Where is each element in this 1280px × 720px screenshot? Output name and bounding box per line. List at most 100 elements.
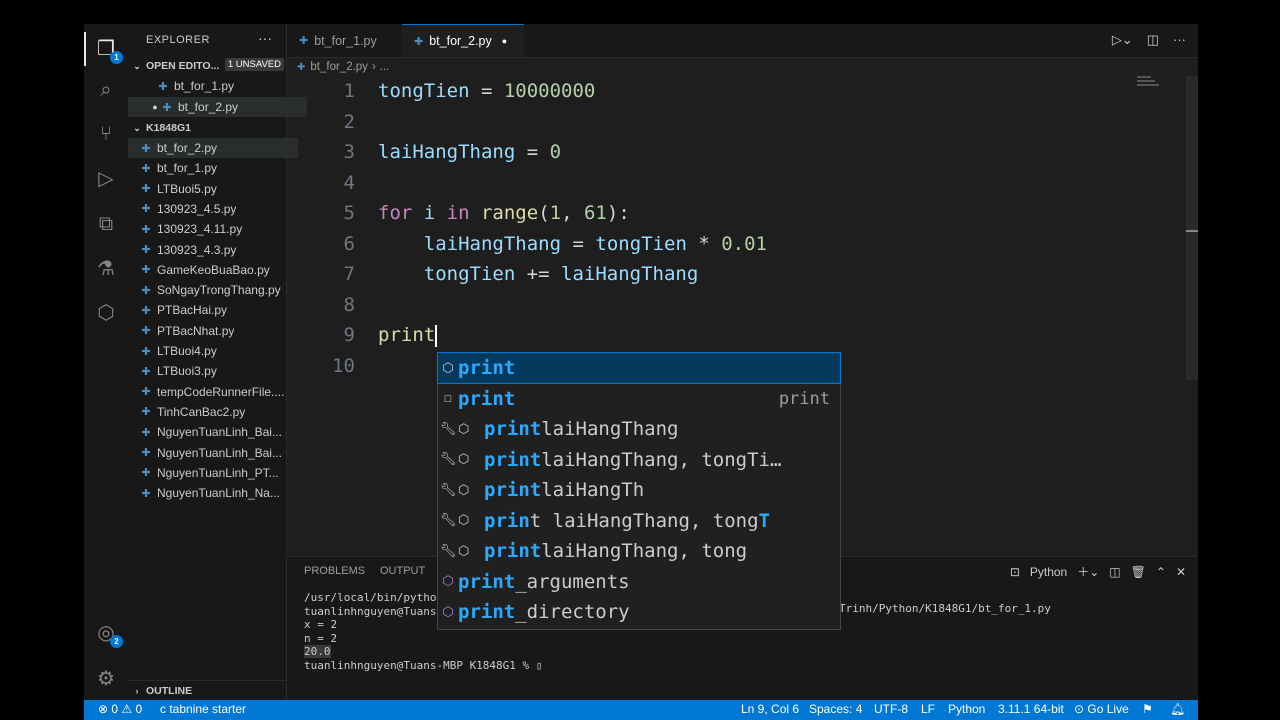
suggestion-item[interactable]: 🔧︎ ⬡ print laiHangThang xyxy=(438,414,840,444)
python-file-icon: ✚ xyxy=(141,467,151,480)
split-editor-icon[interactable]: ◫ xyxy=(1147,32,1159,48)
more-actions-icon[interactable]: ··· xyxy=(258,30,272,46)
tab-label: bt_for_1.py xyxy=(314,33,377,48)
file-item[interactable]: ✚ TinhCanBac2.py xyxy=(128,402,298,422)
remote-explorer-icon[interactable]: ⬡ xyxy=(92,298,120,326)
function-icon: ⬡ xyxy=(458,513,470,528)
line-number: 6 xyxy=(343,232,355,255)
indentation-status[interactable]: Spaces: 4 xyxy=(809,702,862,716)
file-item[interactable]: ✚ GameKeoBuaBao.py xyxy=(128,260,298,280)
settings-gear-icon[interactable]: ⚙ xyxy=(92,664,120,692)
explorer-icon[interactable]: ❐ 1 xyxy=(92,34,123,64)
maximize-panel-icon[interactable]: ⌃ xyxy=(1156,565,1166,579)
new-terminal-icon[interactable]: ＋⌄ xyxy=(1077,563,1099,580)
run-file-icon[interactable]: ▷⌄ xyxy=(1112,32,1133,48)
file-item[interactable]: ✚ SoNgayTrongThang.py xyxy=(128,280,298,300)
suggestion-item[interactable]: ⬡ print _arguments xyxy=(438,567,840,597)
editor-scrollbar[interactable] xyxy=(1186,76,1198,380)
python-file-icon: ✚ xyxy=(141,223,151,236)
line-number: 1 xyxy=(343,80,355,102)
account-icon[interactable]: ◎ 2 xyxy=(92,618,123,648)
open-editors-header[interactable]: ⌄ OPEN EDITO... 1 UNSAVED xyxy=(128,56,286,76)
code-line-5: for i in range(1, 61): xyxy=(378,202,630,224)
file-item[interactable]: ✚ LTBuoi4.py xyxy=(128,341,298,361)
file-item[interactable]: ✚ 130923_4.3.py xyxy=(128,240,298,260)
file-item[interactable]: ✚ 130923_4.11.py xyxy=(128,219,298,239)
file-item[interactable]: ✚ bt_for_1.py xyxy=(128,158,298,178)
open-editor-item[interactable]: ● ✚ bt_for_2.py xyxy=(128,97,307,117)
folder-header[interactable]: ⌄ K1848G1 xyxy=(128,118,286,138)
outline-section[interactable]: › OUTLINE xyxy=(128,680,286,701)
tab-output[interactable]: OUTPUT xyxy=(380,565,425,577)
terminal-shell[interactable]: Python xyxy=(1030,565,1067,579)
cursor-position[interactable]: Ln 9, Col 6 xyxy=(741,702,799,716)
terminal-output-path: Trinh/Python/K1848G1/bt_for_1.py xyxy=(839,602,1051,615)
suggestion-item[interactable]: 🔧︎ ⬡ print laiHangThang, tongTi… xyxy=(438,445,840,475)
file-label: PTBacHai.py xyxy=(157,303,228,318)
trash-icon[interactable]: 🗑 xyxy=(1131,565,1146,579)
python-file-icon: ✚ xyxy=(141,406,151,419)
file-item[interactable]: ✚ LTBuoi3.py xyxy=(128,361,298,381)
breadcrumb-more[interactable]: ... xyxy=(380,61,390,73)
python-file-icon: ✚ xyxy=(141,284,151,297)
interpreter-status[interactable]: 3.11.1 64-bit xyxy=(998,702,1064,716)
eol-status[interactable]: LF xyxy=(921,702,935,716)
file-item[interactable]: ✚ bt_for_2.py xyxy=(128,138,298,158)
text-cursor xyxy=(435,324,438,347)
unsaved-dot-icon[interactable]: ● xyxy=(502,36,507,46)
python-file-icon: ✚ xyxy=(141,183,151,196)
go-live-button[interactable]: ⊙ Go Live xyxy=(1074,702,1129,716)
notifications-icon[interactable]: 🔔︎ xyxy=(1170,702,1185,716)
testing-icon[interactable]: ⚗ xyxy=(92,254,120,282)
run-debug-icon[interactable]: ▷ xyxy=(92,164,120,192)
file-item[interactable]: ✚ PTBacHai.py xyxy=(128,300,298,320)
split-terminal-icon[interactable]: ◫ xyxy=(1109,565,1120,579)
file-label: LTBuoi4.py xyxy=(157,344,217,358)
file-item[interactable]: ✚ PTBacNhat.py xyxy=(128,321,298,341)
file-item[interactable]: ✚ 130923_4.5.py xyxy=(128,199,298,219)
close-panel-icon[interactable]: ✕ xyxy=(1176,565,1186,579)
file-label: PTBacNhat.py xyxy=(157,323,235,338)
tab-bt-for-1[interactable]: ✚ bt_for_1.py xyxy=(287,24,416,57)
chevron-down-icon: ⌄ xyxy=(133,122,141,133)
extensions-icon[interactable]: ⧉ xyxy=(92,210,120,238)
tab-bt-for-2[interactable]: ✚ bt_for_2.py ● xyxy=(402,24,524,57)
python-file-icon: ✚ xyxy=(158,80,168,93)
file-item[interactable]: ✚ NguyenTuanLinh_PT... xyxy=(128,463,298,483)
file-item[interactable]: ✚ NguyenTuanLinh_Bai... xyxy=(128,422,298,442)
python-file-icon: ✚ xyxy=(141,203,151,216)
file-label: NguyenTuanLinh_Bai... xyxy=(157,445,282,460)
function-icon: ⬡ xyxy=(458,543,470,559)
problems-status[interactable]: ⊗ 0 ⚠ 0 xyxy=(98,702,142,716)
breadcrumb: ✚ bt_for_2.py › ... xyxy=(297,61,390,73)
line-number: 7 xyxy=(343,263,355,285)
suggestion-item[interactable]: 🔧︎ ⬡ prin t laiHangThang, tong T xyxy=(438,506,840,536)
more-actions-icon[interactable]: ··· xyxy=(1173,32,1186,48)
suggestion-item[interactable]: 🔧︎ ⬡ print laiHangTh xyxy=(438,475,840,505)
file-item[interactable]: ✚ LTBuoi5.py xyxy=(128,179,298,199)
minimap[interactable] xyxy=(1137,76,1187,96)
source-control-icon[interactable]: ⑂ xyxy=(92,120,120,148)
encoding-status[interactable]: UTF-8 xyxy=(874,702,908,716)
folder-label: K1848G1 xyxy=(146,122,191,134)
suggestion-item[interactable]: 🔧︎ ⬡ print laiHangThang, tong xyxy=(438,536,840,566)
suggestion-item[interactable]: ⬡ print _directory xyxy=(438,597,840,627)
tab-problems[interactable]: PROBLEMS xyxy=(304,565,365,577)
suggestion-item[interactable]: ☐ print print xyxy=(438,384,840,414)
explorer-badge: 1 xyxy=(110,51,123,64)
file-item[interactable]: ✚ NguyenTuanLinh_Bai... xyxy=(128,443,298,463)
file-item[interactable]: ✚ tempCodeRunnerFile.... xyxy=(128,382,298,402)
sidebar-title: EXPLORER xyxy=(146,34,210,46)
snippet-wrench-icon: 🔧︎ xyxy=(439,421,457,437)
search-icon[interactable]: ⌕ xyxy=(92,76,120,104)
snippet-wrench-icon: 🔧︎ xyxy=(439,482,457,498)
tabnine-status[interactable]: c tabnine starter xyxy=(160,702,246,716)
file-item[interactable]: ✚ NguyenTuanLinh_Na... xyxy=(128,483,298,503)
tab-label: bt_for_2.py xyxy=(429,34,492,48)
suggestion-item[interactable]: ⬡ print xyxy=(437,352,841,384)
language-status[interactable]: Python xyxy=(948,702,985,716)
panel-actions: ⊡ Python ＋⌄ ◫ 🗑 ⌃ ✕ xyxy=(1010,563,1186,580)
breadcrumb-file[interactable]: bt_for_2.py xyxy=(310,61,368,73)
line-number: 4 xyxy=(343,171,355,194)
feedback-icon[interactable]: ⚑ xyxy=(1142,702,1153,716)
